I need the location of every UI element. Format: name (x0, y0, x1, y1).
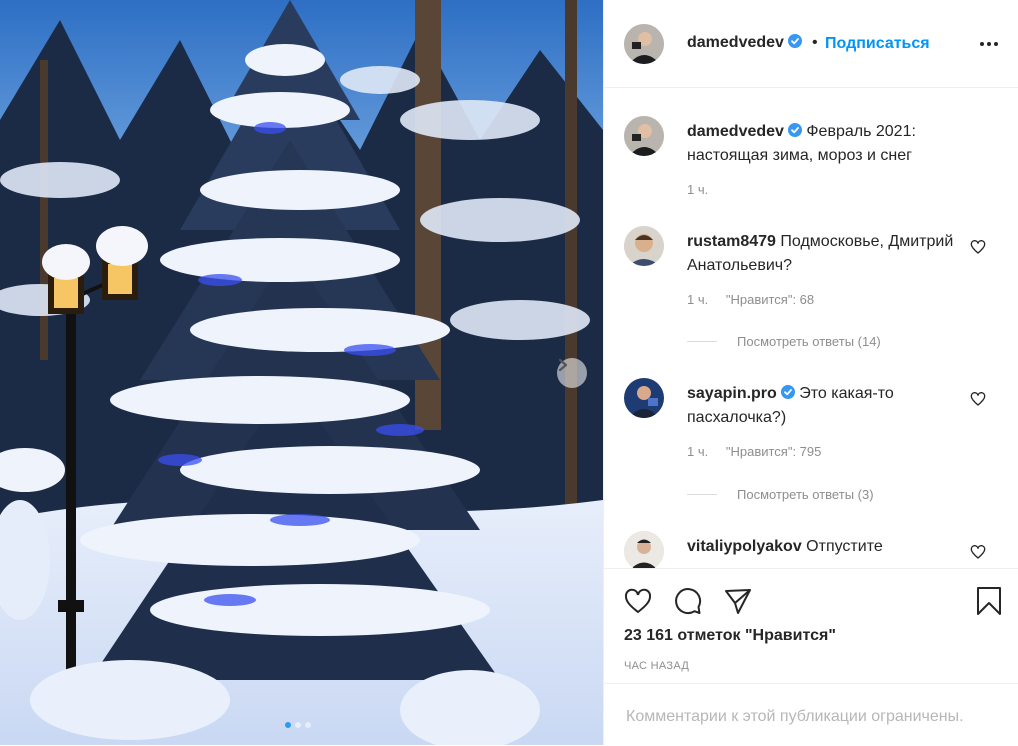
more-options-icon[interactable] (980, 42, 998, 46)
caption-time[interactable]: 1 ч. (687, 182, 708, 197)
caption-avatar[interactable] (624, 116, 664, 156)
carousel-dot-2 (295, 722, 301, 728)
carousel-dot-1 (285, 722, 291, 728)
post-timestamp[interactable]: Час назад (624, 660, 689, 672)
author-avatar[interactable] (624, 24, 664, 64)
caption-meta: 1 ч. (687, 182, 722, 197)
comment-text-block: vitaliypolyakov Отпустите (687, 535, 987, 559)
view-replies-label: Посмотреть ответы (3) (737, 487, 874, 502)
comment-likes[interactable]: "Нравится": 68 (726, 292, 814, 307)
comment-icon[interactable] (673, 586, 703, 616)
carousel-indicator (285, 722, 311, 728)
comments-limited-text: Комментарии к этой публикации ограничены… (626, 708, 964, 725)
next-arrow-icon (558, 358, 568, 372)
replies-divider (687, 494, 717, 495)
bookmark-icon[interactable] (974, 586, 1004, 616)
post-header: damedvedev • Подписаться (604, 0, 1018, 88)
comment-username[interactable]: sayapin.pro (687, 385, 795, 402)
comment-meta: 1 ч. "Нравится": 795 (687, 444, 835, 459)
comment-time[interactable]: 1 ч. (687, 292, 708, 307)
comment-avatar[interactable] (624, 226, 664, 266)
caption-text-block: damedvedev Февраль 2021: настоящая зима,… (687, 120, 987, 168)
verified-badge-icon (787, 123, 802, 137)
heart-icon[interactable] (970, 239, 986, 255)
next-slide-button[interactable] (557, 358, 587, 388)
view-replies-label: Посмотреть ответы (14) (737, 334, 881, 349)
comment-text-block: rustam8479 Подмосковье, Дмитрий Анатолье… (687, 230, 987, 278)
instagram-post: damedvedev • Подписаться damedvedev Февр… (0, 0, 1018, 745)
follow-button[interactable]: Подписаться (825, 35, 930, 53)
header-separator: • (812, 34, 818, 51)
carousel-dot-3 (305, 722, 311, 728)
comment-text: Отпустите (806, 538, 883, 555)
heart-icon[interactable] (970, 544, 986, 560)
comment-username[interactable]: vitaliypolyakov (687, 538, 802, 555)
winter-scene-image (0, 0, 603, 745)
view-replies-button[interactable]: Посмотреть ответы (14) (687, 334, 881, 349)
replies-divider (687, 341, 717, 342)
share-icon[interactable] (723, 586, 753, 616)
caption-username[interactable]: damedvedev (687, 123, 802, 140)
verified-badge-icon (787, 34, 802, 48)
post-photo[interactable] (0, 0, 603, 745)
comments-list: damedvedev Февраль 2021: настоящая зима,… (604, 88, 1018, 568)
comment-avatar[interactable] (624, 378, 664, 418)
likes-count[interactable]: 23 161 отметок "Нравится" (624, 627, 836, 645)
post-actions-section: 23 161 отметок "Нравится" Час назад Комм… (604, 568, 1018, 745)
comment-username[interactable]: rustam8479 (687, 233, 776, 250)
post-side-panel: damedvedev • Подписаться damedvedev Февр… (603, 0, 1018, 745)
comment-text-block: sayapin.pro Это какая-то пасхалочка?) (687, 382, 987, 430)
comments-limited-notice: Комментарии к этой публикации ограничены… (604, 683, 1018, 746)
view-replies-button[interactable]: Посмотреть ответы (3) (687, 487, 874, 502)
comment-likes[interactable]: "Нравится": 795 (726, 444, 822, 459)
comment-time[interactable]: 1 ч. (687, 444, 708, 459)
comment-meta: 1 ч. "Нравится": 68 (687, 292, 828, 307)
heart-icon[interactable] (623, 586, 653, 616)
author-username[interactable]: damedvedev (687, 34, 802, 52)
comment-avatar[interactable] (624, 531, 664, 568)
heart-icon[interactable] (970, 391, 986, 407)
verified-badge-icon (780, 385, 795, 399)
